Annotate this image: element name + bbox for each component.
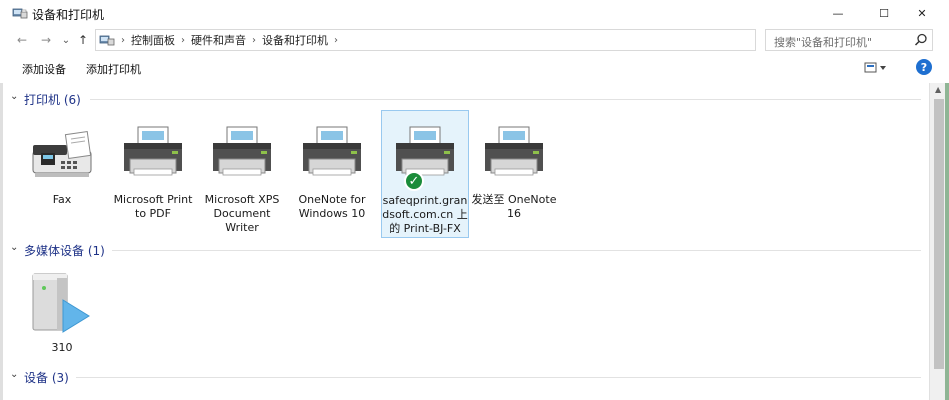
chevron-down-icon: ⌄ (10, 369, 19, 380)
printer-icon (485, 126, 543, 176)
search-placeholder: 搜索"设备和打印机" (774, 36, 873, 49)
media-server-icon (32, 273, 90, 333)
address-bar[interactable]: › 控制面板 › 硬件和声音 › 设备和打印机 › ⌄ ↻ (95, 29, 850, 51)
printer-icon (303, 126, 361, 176)
view-options-icon (864, 62, 886, 73)
chevron-down-icon: ⌄ (61, 34, 71, 46)
help-button[interactable]: ? (916, 59, 932, 75)
maximize-button[interactable]: ☐ (866, 0, 902, 27)
group-divider (76, 377, 921, 378)
add-device-button[interactable]: 添加设备 (22, 61, 66, 77)
group-label: 打印机 (6) (24, 93, 81, 107)
device-label: 310 (51, 341, 73, 354)
breadcrumb-separator-icon[interactable]: › (252, 35, 256, 46)
control-panel-icon (99, 35, 115, 46)
printer-icon (396, 126, 454, 176)
fax-icon (32, 131, 92, 177)
breadcrumb-separator-icon[interactable]: › (181, 35, 185, 46)
change-view-button[interactable] (864, 61, 888, 75)
device-label: Microsoft Print to PDF (113, 193, 193, 220)
up-arrow-icon: ↑ (77, 33, 89, 47)
recent-locations-button[interactable]: ⌄ (60, 31, 72, 49)
command-bar: 添加设备 添加打印机 ? (0, 53, 949, 83)
forward-arrow-icon: → (40, 33, 52, 47)
group-divider (90, 99, 921, 100)
search-icon[interactable] (914, 33, 928, 47)
device-label: Fax (52, 193, 72, 206)
window-title: 设备和打印机 (32, 8, 105, 22)
back-arrow-icon: ← (16, 33, 28, 47)
minimize-icon: — (832, 7, 844, 20)
maximize-icon: ☐ (879, 7, 889, 20)
breadcrumb-control-panel[interactable]: 控制面板 (131, 32, 175, 48)
device-label: safeqprint.grandsoft.com.cn 上的 Print-BJ-… (382, 194, 468, 235)
device-label: 发送至 OneNote 16 (471, 193, 557, 220)
device-item-xps-writer[interactable]: Microsoft XPS Document Writer (199, 123, 285, 234)
breadcrumb-separator-icon: › (121, 34, 125, 46)
search-input[interactable]: 搜索"设备和打印机" (765, 29, 933, 51)
scroll-up-icon[interactable]: ▲ (935, 85, 941, 94)
device-item-send-to-onenote16[interactable]: 发送至 OneNote 16 (471, 123, 557, 220)
breadcrumb-hardware-sound[interactable]: 硬件和声音 (191, 32, 246, 48)
device-item-print-to-pdf[interactable]: Microsoft Print to PDF (110, 123, 196, 233)
device-item-fax[interactable]: Fax (19, 123, 105, 213)
group-header-printers[interactable]: ⌄ 打印机 (6) (0, 89, 929, 109)
help-icon: ? (920, 60, 928, 74)
close-button[interactable]: ✕ (904, 0, 940, 27)
device-label: OneNote for Windows 10 (298, 193, 366, 220)
device-item-onenote-win10[interactable]: OneNote for Windows 10 (289, 123, 375, 233)
add-printer-button[interactable]: 添加打印机 (86, 61, 141, 77)
title-bar: 设备和打印机 — ☐ ✕ (0, 0, 949, 27)
forward-button[interactable]: → (38, 31, 54, 49)
content-pane: ⌄ 打印机 (6) Fax Microsoft Print to PDF Mic… (0, 83, 929, 400)
group-label: 设备 (3) (24, 371, 69, 385)
chevron-down-icon: ⌄ (10, 91, 19, 102)
chevron-down-icon: ⌄ (10, 242, 19, 253)
printer-icon (124, 126, 182, 176)
default-printer-check-icon: ✓ (404, 171, 424, 191)
window-edge (0, 83, 3, 400)
check-mark-icon: ✓ (408, 173, 420, 189)
devices-printers-icon (12, 8, 28, 19)
minimize-button[interactable]: — (820, 0, 856, 27)
breadcrumb-devices-printers[interactable]: 设备和打印机 (262, 32, 328, 48)
back-button[interactable]: ← (14, 31, 30, 49)
breadcrumb-separator-icon[interactable]: › (334, 35, 338, 46)
group-header-multimedia[interactable]: ⌄ 多媒体设备 (1) (0, 240, 929, 260)
scrollbar-thumb[interactable] (934, 99, 944, 369)
group-header-devices[interactable]: ⌄ 设备 (3) (0, 367, 929, 387)
close-icon: ✕ (917, 7, 927, 20)
device-label: Microsoft XPS Document Writer (204, 193, 280, 234)
printer-icon (213, 126, 271, 176)
window-edge (945, 83, 949, 400)
group-divider (112, 250, 921, 251)
device-item-safeqprint[interactable]: ✓ safeqprint.grandsoft.com.cn 上的 Print-B… (381, 110, 469, 238)
up-button[interactable]: ↑ (76, 31, 90, 49)
navigation-bar: ← → ⌄ ↑ › 控制面板 › 硬件和声音 › 设备和打印机 › ⌄ ↻ 搜索… (0, 27, 949, 53)
group-label: 多媒体设备 (1) (24, 244, 105, 258)
device-item-media-310[interactable]: 310 (19, 270, 105, 360)
